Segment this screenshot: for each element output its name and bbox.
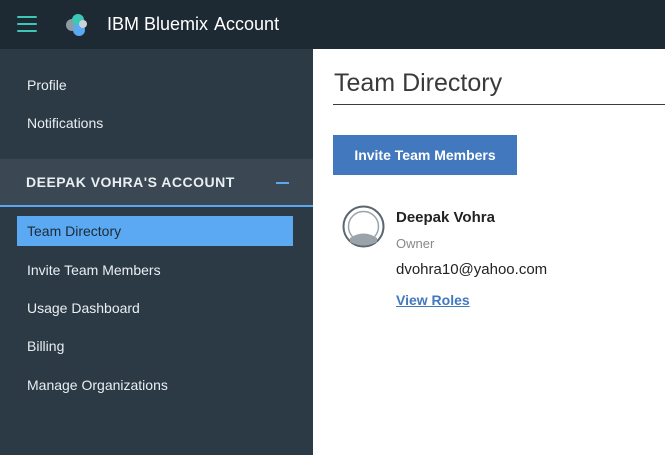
top-bar: IBM Bluemix Account [0,0,665,49]
sidebar-item-manage-organizations[interactable]: Manage Organizations [27,377,168,393]
bluemix-logo-icon [66,14,87,36]
hamburger-menu-icon[interactable] [17,15,37,33]
sidebar-item-billing[interactable]: Billing [27,338,64,354]
sidebar-item-team-directory[interactable]: Team Directory [17,216,293,246]
sidebar-item-notifications[interactable]: Notifications [27,115,103,131]
avatar-icon [342,205,385,248]
app-title[interactable]: IBM Bluemix Account [107,14,279,35]
sidebar-item-usage-dashboard[interactable]: Usage Dashboard [27,300,140,316]
collapse-icon[interactable] [276,182,289,184]
member-email: dvohra10@yahoo.com [396,261,548,278]
view-roles-link[interactable]: View Roles [396,292,470,308]
sidebar: Profile Notifications DEEPAK VOHRA'S ACC… [0,49,313,455]
main-content: Team Directory Invite Team Members Deepa… [313,49,665,455]
title-divider [333,104,665,105]
sidebar-item-label: Team Directory [27,223,122,239]
page-title: Team Directory [334,69,503,97]
member-role: Owner [396,236,435,251]
section-name: Account [214,14,280,34]
sidebar-item-invite-team-members[interactable]: Invite Team Members [27,262,161,278]
member-name: Deepak Vohra [396,209,495,226]
account-section-title: DEEPAK VOHRA'S ACCOUNT [26,174,235,190]
invite-team-members-button[interactable]: Invite Team Members [333,135,517,175]
sidebar-item-profile[interactable]: Profile [27,77,67,93]
brand-name: IBM Bluemix [107,14,209,34]
account-section-header[interactable]: DEEPAK VOHRA'S ACCOUNT [0,159,313,207]
